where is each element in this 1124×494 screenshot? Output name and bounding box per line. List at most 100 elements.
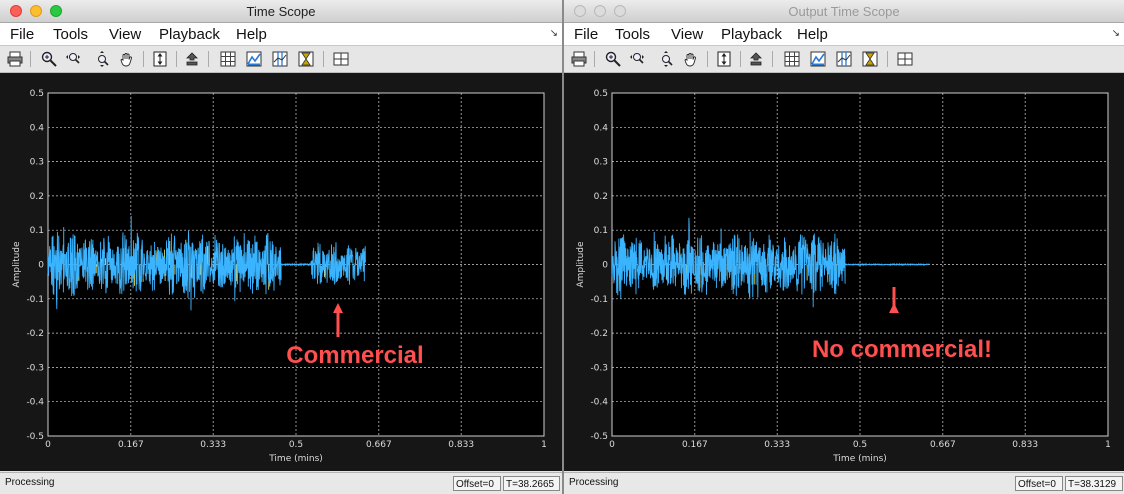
toolbar-separator [143,51,144,67]
y-tick-label: -0.4 [26,398,44,408]
title-bar[interactable]: Time Scope [0,0,562,23]
x-tick-label: 0.333 [200,440,226,450]
toolbar-separator [208,51,209,67]
menu-view[interactable]: View [109,26,141,43]
window-title: Time Scope [246,4,316,19]
triggers-button[interactable] [297,50,315,68]
dock-arrow-icon[interactable]: ↘ [550,28,558,39]
autoscale-button[interactable] [151,50,169,68]
print-button[interactable] [6,50,24,68]
dock-arrow-icon[interactable]: ↘ [1112,28,1120,39]
triggers-button[interactable] [861,50,879,68]
triggers-icon [298,51,314,67]
menu-help[interactable]: Help [797,26,828,43]
y-tick-label: 0.2 [30,192,44,202]
cursor-button[interactable] [835,50,853,68]
layout-button[interactable] [896,50,914,68]
grid-icon [220,51,236,67]
x-tick-label: 0 [45,440,51,450]
menu-help[interactable]: Help [236,26,267,43]
x-tick-label: 0.833 [448,440,474,450]
menu-playback[interactable]: Playback [721,26,782,43]
zoom-in-icon [605,51,621,67]
grid-button[interactable] [783,50,801,68]
legend-button[interactable] [809,50,827,68]
zoom-x-button[interactable] [628,50,646,68]
menu-file[interactable]: File [574,26,598,43]
y-tick-label: -0.5 [590,432,608,442]
x-tick-label: 0.667 [366,440,392,450]
x-tick-label: 0.167 [682,440,708,450]
zoom-y-button[interactable] [658,50,676,68]
menu-tools[interactable]: Tools [53,26,88,43]
y-tick-label: 0.4 [30,123,45,133]
menu-tools[interactable]: Tools [615,26,650,43]
y-tick-label: 0.3 [30,158,44,168]
restore-button[interactable] [183,50,201,68]
toolbar-separator [30,51,31,67]
cursor-icon [272,51,288,67]
y-tick-label: 0.1 [30,226,44,236]
zoom-in-button[interactable] [604,50,622,68]
grid-button[interactable] [219,50,237,68]
y-tick-label: -0.3 [590,363,608,373]
toolbar-separator [887,51,888,67]
toolbar-separator [323,51,324,67]
toolbar-separator [740,51,741,67]
y-tick-label: -0.1 [26,295,44,305]
print-button[interactable] [570,50,588,68]
menu-playback[interactable]: Playback [159,26,220,43]
y-tick-label: -0.3 [26,363,44,373]
legend-button[interactable] [245,50,263,68]
x-tick-label: 0.833 [1012,440,1038,450]
y-axis-label: Amplitude [576,241,586,288]
toolbar [0,46,562,73]
y-tick-label: 0 [602,261,608,271]
offset-readout: Offset=0 [1015,476,1063,491]
menu-file[interactable]: File [10,26,34,43]
time-readout: T=38.3129 [1065,476,1123,491]
y-tick-label: -0.2 [26,329,44,339]
layout-icon [897,52,913,66]
x-tick-label: 0.667 [930,440,956,450]
zoom-y-button[interactable] [94,50,112,68]
grid-icon [784,51,800,67]
x-tick-label: 0.167 [118,440,144,450]
scope-chart: 0.50.40.30.20.10-0.1-0.2-0.3-0.4-0.50 0.1… [576,89,1111,464]
pan-hand-button[interactable] [118,50,136,68]
toolbar-separator [176,51,177,67]
autoscale-button[interactable] [715,50,733,68]
restore-button[interactable] [747,50,765,68]
pan-hand-icon [684,53,696,67]
restore-icon [750,52,762,66]
y-tick-label: 0.2 [594,192,608,202]
zoom-in-button[interactable] [40,50,58,68]
menu-view[interactable]: View [671,26,703,43]
legend-icon [246,51,262,67]
layout-button[interactable] [332,50,350,68]
y-tick-label: -0.2 [590,329,608,339]
y-tick-label: 0.3 [594,158,608,168]
title-bar[interactable]: Output Time Scope [564,0,1124,23]
scope-chart: 0.50.40.30.20.10-0.1-0.2-0.3-0.4-0.50 0.1… [12,89,547,464]
cursor-button[interactable] [271,50,289,68]
annotation-label: No commercial! [812,336,992,363]
print-icon [571,51,587,67]
status-text: Processing [5,477,55,488]
output-time-scope-window: Output Time Scope File Tools View Playba… [564,0,1124,494]
plot-area: 0.5 0.4 0.3 0.2 0.1 0 -0.1 -0.2 -0.3 -0.4 -0.5 0 0.1… [0,73,562,471]
x-tick-label: 0.5 [853,440,867,450]
x-tick-label: 1 [541,440,547,450]
y-tick-label: 0.5 [594,89,608,99]
y-tick-label: 0 [38,261,44,271]
status-text: Processing [569,477,619,488]
y-tick-label: -0.5 [26,432,44,442]
zoom-x-button[interactable] [64,50,82,68]
toolbar-separator [772,51,773,67]
toolbar [564,46,1124,73]
layout-icon [333,52,349,66]
restore-icon [186,52,198,66]
offset-readout: Offset=0 [453,476,501,491]
menu-bar: File Tools View Playback Help ↘ [0,23,562,46]
pan-hand-button[interactable] [682,50,700,68]
